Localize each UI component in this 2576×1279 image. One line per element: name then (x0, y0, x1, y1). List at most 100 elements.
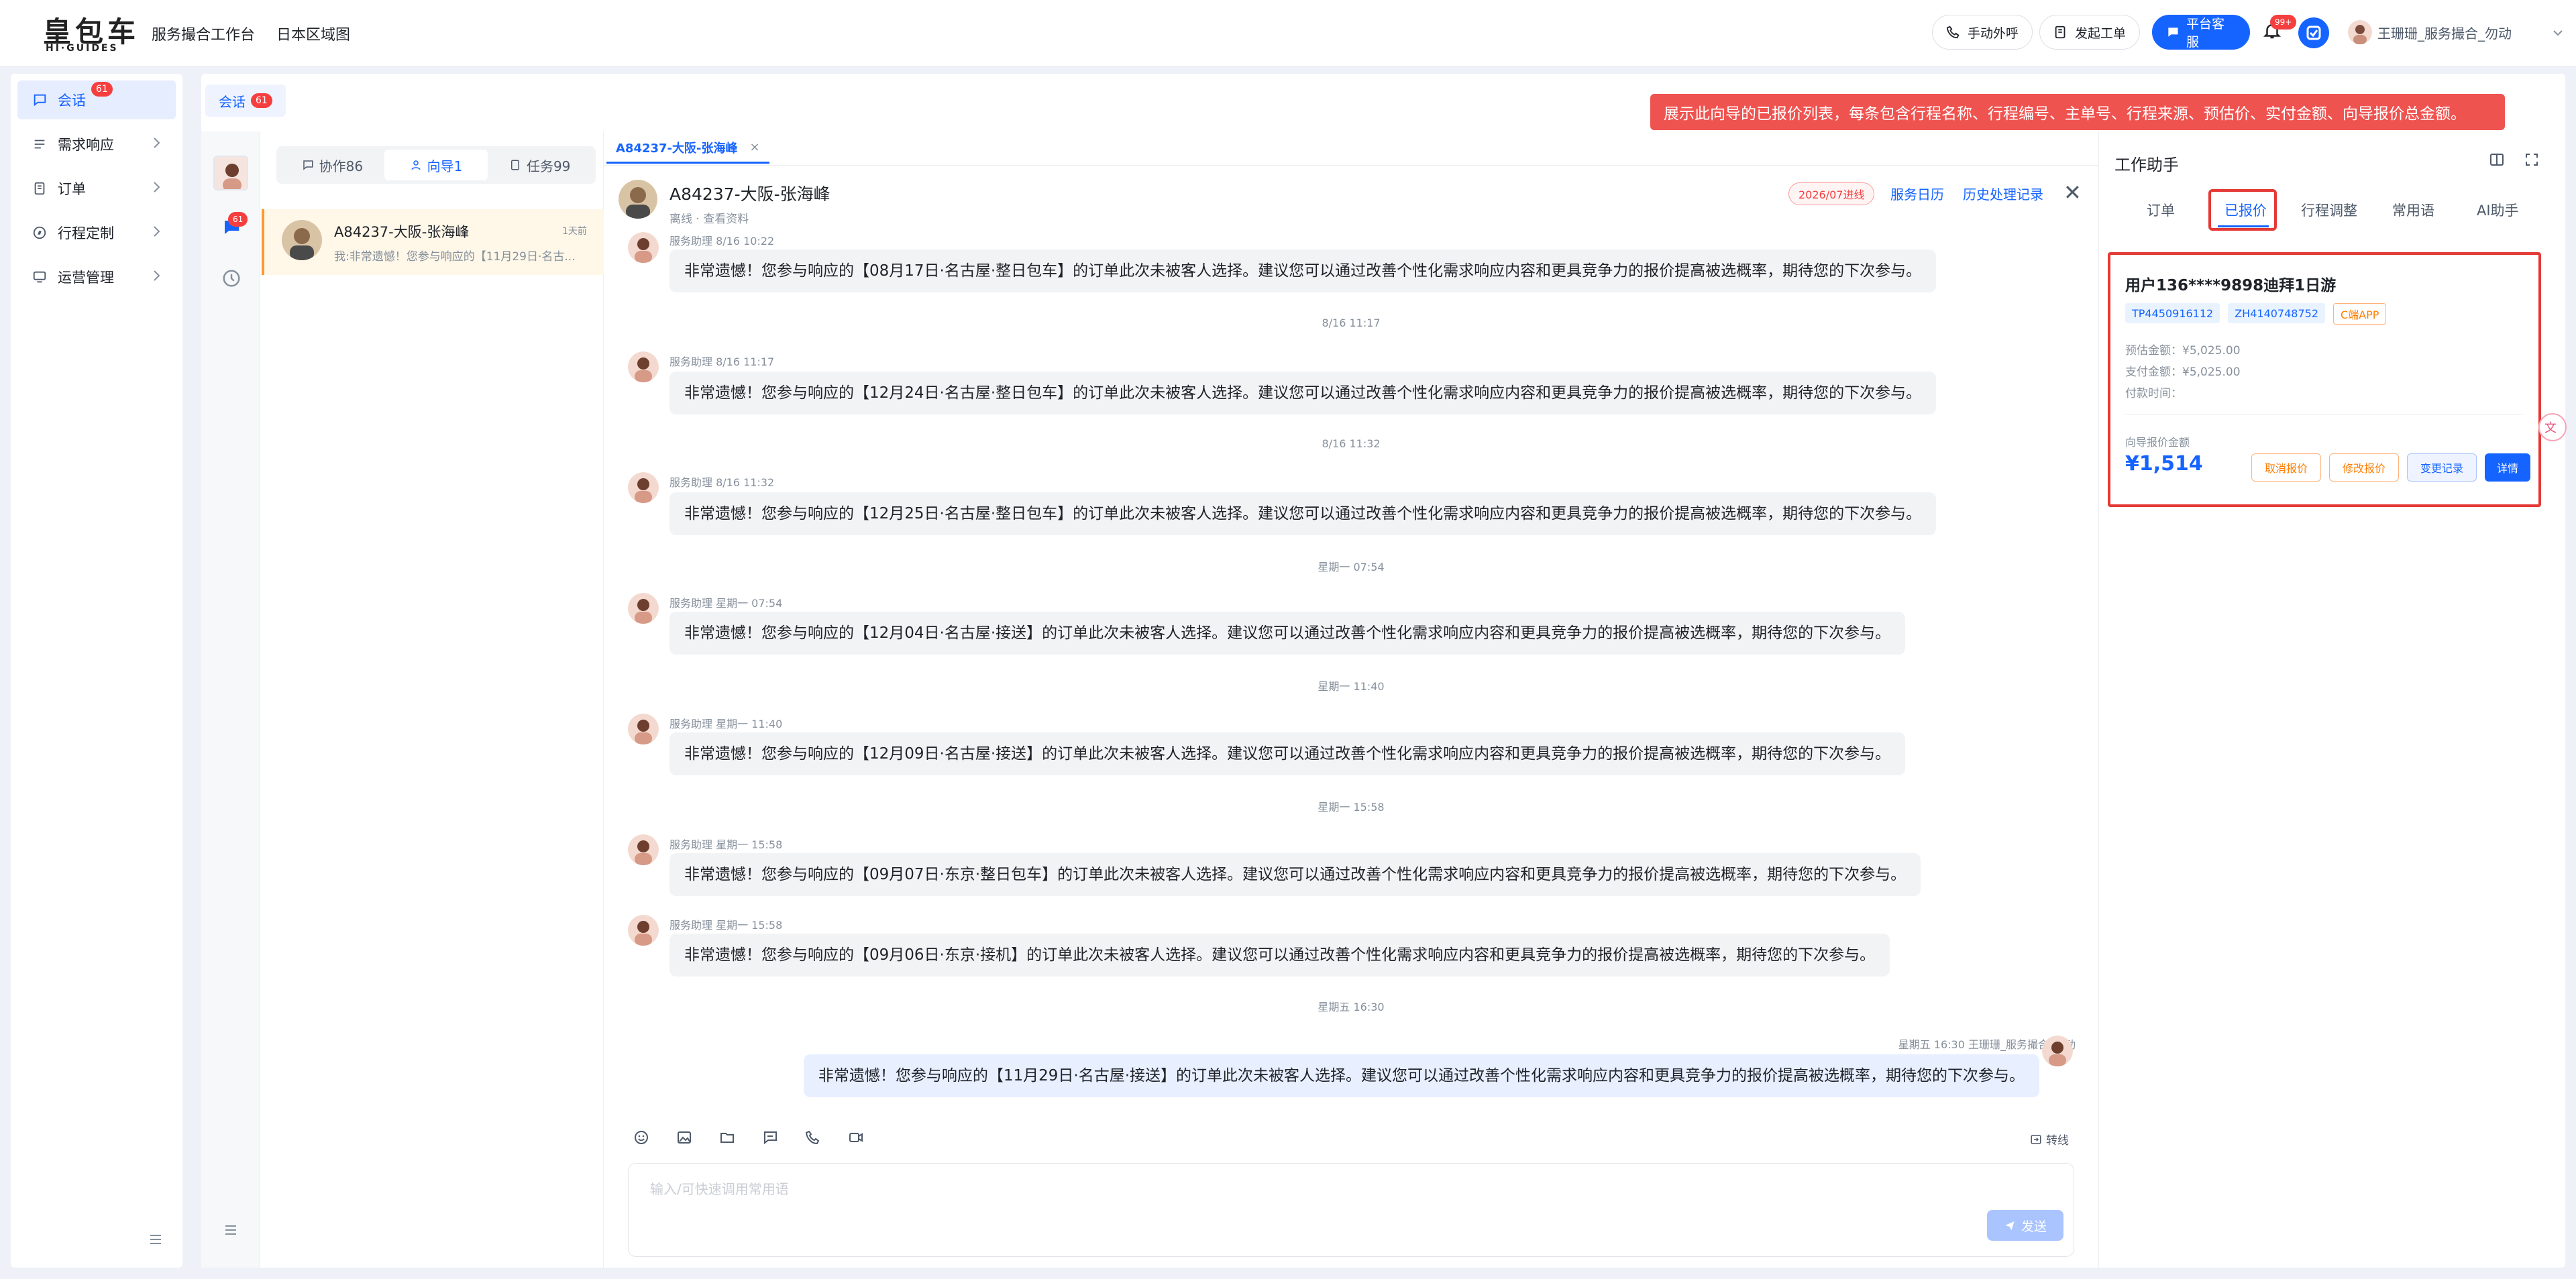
sidebar-item-label: 行程定制 (58, 225, 114, 241)
avatar (628, 915, 659, 946)
chevron-down-icon[interactable] (2553, 30, 2563, 36)
card-title: 用户136****9898迪拜1日游 (2125, 277, 2337, 294)
send-label: 发送 (2021, 1219, 2047, 1234)
manual-call-button[interactable]: 手动外呼 (1932, 15, 2033, 50)
chevron-right-icon (153, 181, 161, 193)
trip-id-tag: TP4450916112 (2125, 303, 2220, 323)
message-bubble: 非常遗憾！您参与响应的【12月04日·名古屋·接送】的订单此次未被客人选择。建议… (669, 612, 1906, 655)
divider (2125, 414, 2524, 415)
sidebar-item-orders[interactable]: 订单 (17, 169, 176, 208)
send-button[interactable]: 发送 (1987, 1210, 2063, 1241)
chat-tab[interactable]: A84237-大阪-张海峰 × (606, 133, 769, 164)
translate-icon[interactable]: 文 (2538, 413, 2567, 441)
service-calendar-link[interactable]: 服务日历 (1890, 184, 1944, 203)
composer-toolbar (633, 1129, 864, 1146)
tab-collab[interactable]: 协作86 (280, 150, 384, 180)
paid-amount-row: 支付金额：¥5,025.00 (2125, 362, 2241, 379)
user-icon (410, 159, 422, 171)
self-avatar (2042, 1036, 2073, 1066)
nav-japan-map[interactable]: 日本区域图 (276, 23, 350, 44)
doc-icon (509, 159, 521, 171)
transfer-button[interactable]: 转线 (2030, 1131, 2069, 1148)
user-avatar[interactable] (2348, 20, 2372, 44)
emoji-icon[interactable] (633, 1129, 649, 1146)
source-tag: C端APP (2333, 303, 2387, 325)
message-meta: 服务助理 8/16 11:17 (669, 355, 775, 368)
chat-title: A84237-大阪-张海峰 (669, 184, 830, 204)
tab-itinerary-adjust[interactable]: 行程调整 (2301, 200, 2357, 220)
message-bubble: 非常遗憾！您参与响应的【09月07日·东京·整日包车】的订单此次未被客人选择。建… (669, 853, 1921, 896)
time-separator: 星期一 07:54 (1318, 561, 1385, 573)
tab-common-phrases[interactable]: 常用语 (2392, 200, 2434, 220)
close-chat-icon[interactable]: ✕ (2063, 180, 2082, 205)
phone-icon (1946, 25, 1961, 40)
tab-orders[interactable]: 订单 (2147, 200, 2175, 220)
folder-icon[interactable] (719, 1129, 735, 1146)
user-name[interactable]: 王珊珊_服务撮合_勿动 (2377, 23, 2512, 42)
chat-status-link[interactable]: 离线 · 查看资料 (669, 209, 749, 226)
sidebar-item-label: 运营管理 (58, 270, 114, 286)
tab-conversation[interactable]: 会话 61 (205, 85, 286, 117)
list-icon (32, 137, 47, 152)
chat-tab-label: A84237-大阪-张海峰 (616, 141, 738, 156)
message-meta: 服务助理 8/16 10:22 (669, 235, 775, 247)
phone-icon[interactable] (805, 1129, 821, 1146)
message-bubble: 非常遗憾！您参与响应的【12月24日·名古屋·整日包车】的订单此次未被客人选择。… (669, 372, 1937, 414)
create-ticket-button[interactable]: 发起工单 (2039, 15, 2141, 50)
message-input[interactable]: 输入/可快速调用常用语 (628, 1163, 2074, 1257)
ticket-icon (2053, 25, 2068, 40)
change-log-button[interactable]: 变更记录 (2407, 453, 2477, 482)
est-value: ¥5,025.00 (2182, 344, 2241, 357)
order-icon (32, 181, 47, 196)
modify-quote-button[interactable]: 修改报价 (2329, 453, 2399, 482)
progress-tag: 2026/07进线 (1788, 182, 1875, 205)
image-icon[interactable] (676, 1129, 692, 1146)
message-bubble: 非常遗憾！您参与响应的【08月17日·名古屋·整日包车】的订单此次未被客人选择。… (669, 249, 1937, 292)
quick-reply-icon[interactable] (762, 1129, 778, 1146)
tab-badge: 61 (251, 93, 272, 108)
sidebar-item-itinerary[interactable]: 行程定制 (17, 213, 176, 252)
sidebar-item-label: 会话 (58, 93, 86, 109)
shortcut-icon[interactable] (2298, 17, 2329, 48)
close-icon[interactable]: × (750, 140, 760, 154)
tag-row: TP4450916112 ZH4140748752 C端APP (2125, 303, 2387, 325)
message-bubble: 非常遗憾！您参与响应的【09月06日·东京·接机】的订单此次未被客人选择。建议您… (669, 934, 1890, 977)
input-placeholder: 输入/可快速调用常用语 (650, 1181, 789, 1197)
video-icon[interactable] (848, 1129, 864, 1146)
sidebar-item-demand[interactable]: 需求响应 (17, 125, 176, 164)
tab-guide[interactable]: 向导1 (384, 150, 488, 180)
message-bubble: 非常遗憾！您参与响应的【12月25日·名古屋·整日包车】的订单此次未被客人选择。… (669, 492, 1937, 535)
guide-avatar[interactable] (619, 180, 657, 219)
platform-service-label: 平台客服 (2186, 17, 2225, 50)
chat-icon (302, 159, 314, 171)
tab-label: 会话 (219, 93, 246, 110)
chevron-right-icon (153, 270, 161, 282)
avatar (628, 593, 659, 624)
conversation-name: A84237-大阪-张海峰 (334, 224, 470, 240)
avatar (628, 232, 659, 263)
nav-workbench[interactable]: 服务撮合工作台 (152, 23, 255, 44)
history-link[interactable]: 历史处理记录 (1963, 184, 2043, 203)
sidebar (11, 74, 182, 1268)
tab-task[interactable]: 任务99 (488, 150, 592, 180)
split-view-icon[interactable] (2489, 152, 2505, 168)
tab-label: 向导1 (427, 158, 463, 174)
active-tab-indicator (2218, 225, 2269, 227)
paytime-label: 付款时间： (2125, 387, 2182, 400)
avatar (628, 351, 659, 382)
sidebar-item-operations[interactable]: 运营管理 (17, 258, 176, 296)
message-meta: 服务助理 星期一 11:40 (669, 718, 783, 730)
cancel-quote-button[interactable]: 取消报价 (2251, 453, 2321, 482)
collapse-sidebar-icon[interactable] (148, 1231, 164, 1247)
fullscreen-icon[interactable] (2524, 152, 2540, 168)
tab-ai-assistant[interactable]: AI助手 (2477, 200, 2519, 220)
platform-service-button[interactable]: 平台客服 (2152, 15, 2250, 50)
detail-button[interactable]: 详情 (2485, 453, 2530, 482)
list-item[interactable]: A84237-大阪-张海峰 1天前 我:非常遗憾！您参与响应的【11月29日·名… (262, 209, 604, 275)
annotation-tooltip: 展示此向导的已报价列表，每条包含行程名称、行程编号、主单号、行程来源、预估价、实… (1650, 94, 2505, 130)
tab-quoted[interactable]: 已报价 (2224, 200, 2267, 220)
quote-label: 向导报价金额 (2125, 436, 2190, 449)
svg-text:文: 文 (2544, 421, 2557, 435)
sidebar-item-label: 订单 (58, 181, 86, 197)
message-meta: 服务助理 星期一 07:54 (669, 597, 783, 610)
